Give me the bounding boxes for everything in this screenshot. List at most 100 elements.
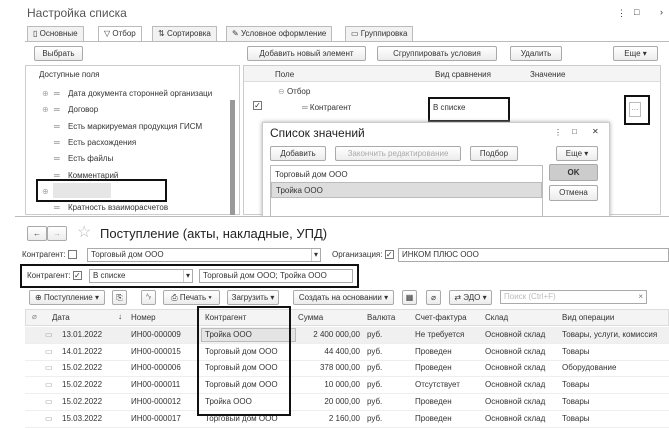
available-field[interactable]: ═ Есть маркируемая продукция ГИСМ [42,122,202,131]
column-header[interactable]: Номер [131,313,156,322]
forward-button[interactable]: → [47,226,67,241]
cell: Основной склад [485,380,546,390]
field-icon: ═ [54,121,60,131]
attach-button[interactable]: ⌀ [426,290,441,305]
column-header[interactable]: Вид операции [562,313,614,322]
cell: руб. [367,330,383,339]
cancel-button[interactable]: Отмена [549,185,598,201]
highlight-frame [197,306,291,416]
close-icon[interactable]: ✕ [592,127,599,136]
field-label: Есть маркируемая продукция ГИСМ [68,121,203,131]
column-value: Значение [530,70,566,79]
filter-item-field[interactable]: ═ Контрагент [302,103,351,112]
available-field[interactable]: ═ Есть расхождения [42,138,136,147]
add-element-button[interactable]: Добавить новый элемент [247,46,366,61]
more-button[interactable]: Еще ▾ [613,46,658,61]
more-button[interactable]: Еще ▾ [556,146,598,161]
delete-button[interactable]: Удалить [510,46,562,61]
filter-group[interactable]: ⊖ Отбор [278,87,310,96]
select-button[interactable]: Выбрать [34,46,83,61]
field-icon: ═ [54,154,60,164]
cell: 15.03.2022 [62,413,103,423]
cell: 378 000,00 [319,363,360,373]
field-label: Есть расхождения [68,137,137,147]
cell: руб. [367,413,383,423]
back-button[interactable]: ← [27,226,47,241]
scrollbar[interactable] [230,100,235,215]
tab-grouping[interactable]: ▭ Группировка [345,26,414,41]
tab-main[interactable]: ▯ Основные [27,26,84,41]
close-icon[interactable]: › [660,7,663,17]
maximize-icon[interactable]: □ [572,127,577,136]
cell: ИН00-000006 [131,363,181,373]
add-value-button[interactable]: Добавить [270,146,326,161]
field-label: Есть файлы [68,154,114,164]
document-icon: ▭ [45,346,53,356]
column-header[interactable]: Сумма [298,313,323,322]
cell: 15.02.2022 [62,396,103,406]
copy-button[interactable]: ⎘ [112,290,127,305]
column-header[interactable]: Валюта [367,313,395,322]
report-button[interactable]: ▦ [402,290,417,305]
tab-sort[interactable]: ⇅ Сортировка [152,26,217,41]
field-icon: ═ [54,105,60,115]
highlight-frame [36,179,167,202]
edo-button[interactable]: ⇄ ЭДО ▾ [449,290,492,305]
available-field[interactable]: ═ Есть файлы [42,154,113,163]
expand-icon[interactable]: ⊕ [42,89,54,98]
table-row[interactable]: ▭ 13.01.2022 ИН00-000009 Тройка ООО 2 400 00… [25,327,669,344]
column-header[interactable]: Склад [485,313,508,322]
cell: Не требуется [415,330,465,339]
receipt-button[interactable]: ⊕ Поступление ▾ [29,290,105,305]
pick-button[interactable]: Подбор [470,146,518,161]
table-row[interactable]: ▭ 15.03.2022 ИН00-000017 Торговый дом ООО 2 … [25,411,669,428]
group-conditions-button[interactable]: Сгруппировать условия [377,46,497,61]
more-actions-icon[interactable]: ⋮ [617,8,626,19]
filter1-label: Контрагент: [22,250,77,260]
org-field[interactable]: ИНКОМ ПЛЮС ООО [398,248,669,262]
print-button[interactable]: ⎙ Печать ▾ [163,290,220,305]
more-actions-icon[interactable]: ⋮ [554,128,562,137]
column-header[interactable]: Счет-фактура [415,313,467,322]
cell: 15.02.2022 [62,380,103,390]
column-field: Поле [275,70,295,79]
maximize-icon[interactable]: □ [634,7,639,17]
search-input[interactable]: Поиск (Ctrl+F) × [500,290,647,304]
create-based-button[interactable]: Создать на основании ▾ [293,290,394,305]
org-checkbox[interactable]: ✓ [384,250,394,260]
table-row[interactable]: ▭ 14.01.2022 ИН00-000015 Торговый дом ООО 44… [25,344,669,361]
document-icon: ▭ [45,330,53,339]
filter1-checkbox[interactable] [67,250,77,260]
column-header[interactable]: Дата [52,313,70,322]
field-icon: ═ [54,137,60,147]
tab-conditional-format[interactable]: ✎ Условное оформление [226,26,333,41]
sort-button[interactable]: ᴬᵧ [141,290,156,305]
cell: 2 160,00 [328,413,360,423]
sort-desc-icon[interactable]: ↓ [118,312,122,321]
load-button[interactable]: Загрузить ▾ [227,290,279,305]
highlight-frame [20,264,359,288]
filter1-combo[interactable]: Торговый дом ООО ▾ [87,248,321,262]
expand-icon[interactable]: ⊕ [42,105,54,114]
filter-checkbox[interactable]: ✓ [253,101,262,111]
table-row[interactable]: ▭ 15.02.2022 ИН00-000011 Торговый дом ООО 10… [25,377,669,395]
table-row[interactable]: ▭ 15.02.2022 ИН00-000006 Торговый дом ООО 37… [25,360,669,378]
value-item-selected[interactable]: Тройка ООО [271,182,542,198]
cell: Проведен [415,396,452,406]
cell: 15.02.2022 [62,363,103,373]
field-label: Кратность взаиморасчетов [68,203,169,213]
table-row[interactable]: ▭ 15.02.2022 ИН00-000012 Тройка ООО 20 000,0… [25,394,669,411]
cell: 13.01.2022 [62,330,103,339]
available-field[interactable]: ⊕ ═ Дата документа сторонней организаци [42,89,212,98]
available-field[interactable]: ⊕ ═ Договор [42,105,98,114]
value-item[interactable]: Торговый дом ООО [275,170,348,179]
cell: Проведен [415,346,452,356]
ok-button[interactable]: OK [549,164,598,181]
available-field[interactable]: ═ Кратность взаиморасчетов [42,203,168,212]
field-icon: ═ [54,89,60,98]
cell: Основной склад [485,363,546,373]
favorite-star-icon[interactable]: ☆ [77,222,91,242]
cell: 10 000,00 [324,380,360,390]
tab-filter[interactable]: ▽ Отбор [98,26,142,42]
finish-editing-button[interactable]: Закончить редактирование [335,146,461,161]
